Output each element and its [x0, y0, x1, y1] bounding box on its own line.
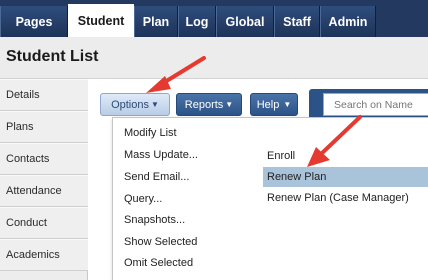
arrow-to-renew-plan [307, 115, 362, 167]
arrow-to-options [146, 56, 206, 93]
annotation-arrows [146, 56, 362, 167]
